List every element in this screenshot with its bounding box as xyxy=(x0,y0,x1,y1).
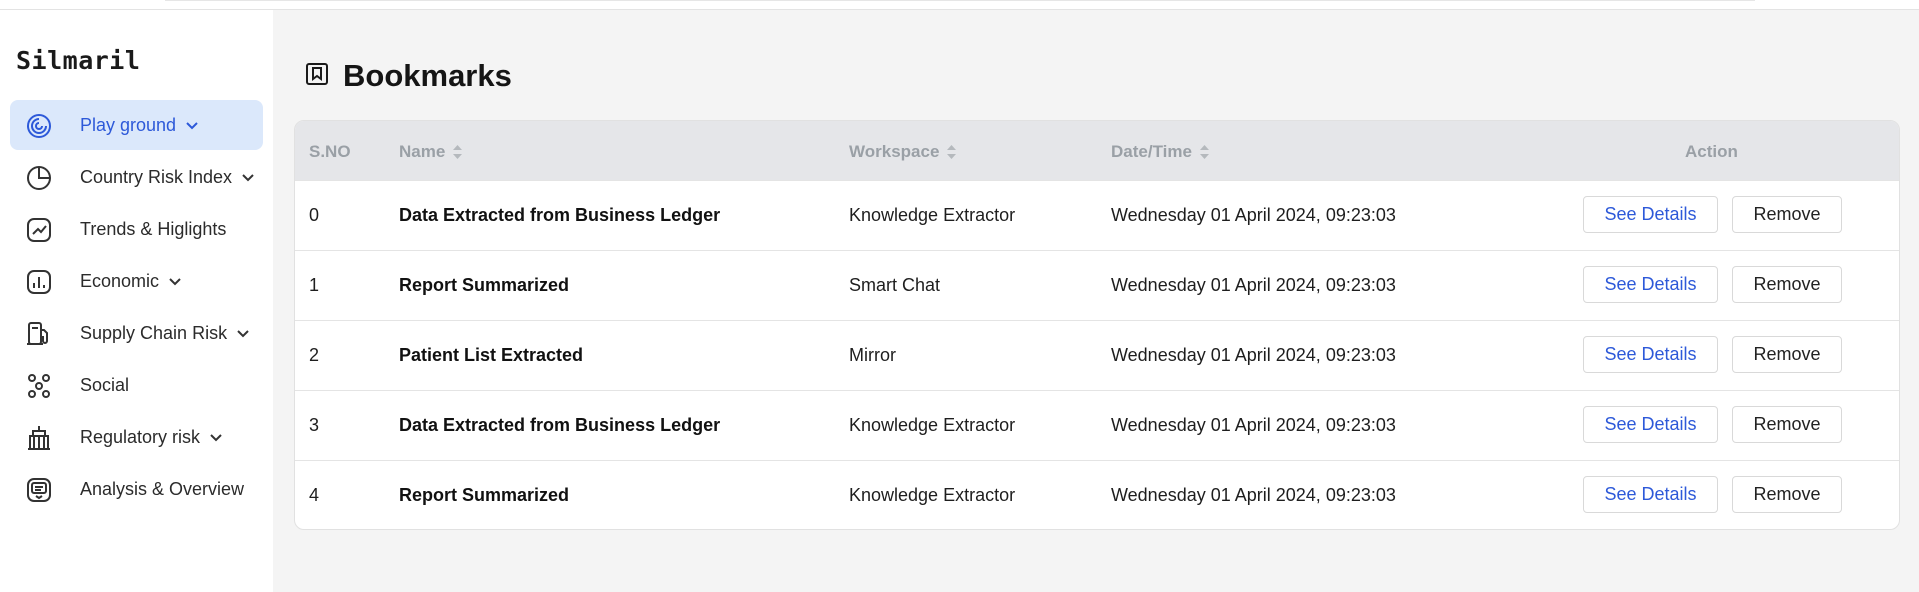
cell-sno: 0 xyxy=(309,205,320,225)
cell-workspace: Knowledge Extractor xyxy=(849,485,1016,505)
sidebar-item-social[interactable]: Social xyxy=(10,360,263,410)
trend-chart-icon xyxy=(25,216,53,244)
see-details-button[interactable]: See Details xyxy=(1583,336,1718,373)
people-network-icon xyxy=(25,372,53,400)
sidebar-item-regulatory-risk[interactable]: Regulatory risk xyxy=(10,412,263,462)
cell-sno: 4 xyxy=(309,485,320,505)
remove-button[interactable]: Remove xyxy=(1732,266,1842,303)
fuel-pump-icon xyxy=(25,320,53,348)
remove-button[interactable]: Remove xyxy=(1732,196,1842,233)
bookmarks-table: S.NO Name Workspace Date/Time Action 0 D… xyxy=(294,120,1900,530)
table-row: 4 Report Summarized Knowledge Extractor … xyxy=(295,460,1899,529)
pie-chart-icon xyxy=(25,164,53,192)
cell-sno: 3 xyxy=(309,415,320,435)
sort-icon[interactable] xyxy=(1199,145,1209,159)
chevron-down-icon[interactable] xyxy=(186,122,198,130)
page-header: Bookmarks xyxy=(305,58,512,94)
sidebar-item-label: Economic xyxy=(80,271,160,291)
table-row: 0 Data Extracted from Business Ledger Kn… xyxy=(295,180,1899,250)
cell-name: Report Summarized xyxy=(399,275,570,295)
column-header-workspace[interactable]: Workspace xyxy=(849,142,957,162)
column-header-action: Action xyxy=(1685,142,1738,161)
sidebar-item-trends-highlights[interactable]: Trends & Higlights xyxy=(10,204,263,254)
chevron-down-icon[interactable] xyxy=(169,278,181,286)
cell-datetime: Wednesday 01 April 2024, 09:23:03 xyxy=(1111,275,1396,295)
remove-button[interactable]: Remove xyxy=(1732,406,1842,443)
chevron-down-icon[interactable] xyxy=(237,330,249,338)
sidebar-item-label: Analysis & Overview xyxy=(80,479,245,499)
column-header-label: Name xyxy=(399,142,446,161)
sort-icon[interactable] xyxy=(453,145,463,159)
sidebar-item-label: Country Risk Index xyxy=(80,167,233,187)
sidebar-item-supply-chain-risk[interactable]: Supply Chain Risk xyxy=(10,308,263,358)
cell-name: Report Summarized xyxy=(399,485,570,505)
sidebar-item-label: Trends & Higlights xyxy=(80,219,227,239)
brand-logo: Silmaril xyxy=(16,46,141,75)
see-details-button[interactable]: See Details xyxy=(1583,406,1718,443)
cell-name: Data Extracted from Business Ledger xyxy=(399,415,721,435)
column-header-name[interactable]: Name xyxy=(399,142,463,162)
sidebar-item-label: Play ground xyxy=(80,115,177,135)
sidebar-item-country-risk-index[interactable]: Country Risk Index xyxy=(10,152,263,202)
table-row: 2 Patient List Extracted Mirror Wednesda… xyxy=(295,320,1899,390)
table-header: S.NO Name Workspace Date/Time Action xyxy=(295,121,1899,180)
cell-workspace: Mirror xyxy=(849,345,896,365)
remove-button[interactable]: Remove xyxy=(1732,476,1842,513)
bookmark-icon xyxy=(305,62,329,91)
sidebar: Silmaril Play ground Country Risk Index … xyxy=(0,10,273,592)
top-bar-line xyxy=(165,0,1755,1)
top-bar xyxy=(0,0,1919,10)
sidebar-item-economic[interactable]: Economic xyxy=(10,256,263,306)
chevron-down-icon[interactable] xyxy=(210,434,222,442)
cell-datetime: Wednesday 01 April 2024, 09:23:03 xyxy=(1111,485,1396,505)
cell-datetime: Wednesday 01 April 2024, 09:23:03 xyxy=(1111,415,1396,435)
see-details-button[interactable]: See Details xyxy=(1583,266,1718,303)
page-title: Bookmarks xyxy=(343,58,512,93)
sidebar-item-label: Social xyxy=(80,375,130,395)
sidebar-item-analysis-overview[interactable]: Analysis & Overview xyxy=(10,464,263,514)
message-list-icon xyxy=(25,476,53,504)
column-header-sno: S.NO xyxy=(309,142,351,161)
table-row: 1 Report Summarized Smart Chat Wednesday… xyxy=(295,250,1899,320)
cell-datetime: Wednesday 01 April 2024, 09:23:03 xyxy=(1111,205,1396,225)
column-header-datetime[interactable]: Date/Time xyxy=(1111,142,1209,162)
sort-icon[interactable] xyxy=(947,145,957,159)
cell-workspace: Smart Chat xyxy=(849,275,941,295)
cell-workspace: Knowledge Extractor xyxy=(849,205,1016,225)
sidebar-item-label: Supply Chain Risk xyxy=(80,323,228,343)
building-icon xyxy=(25,424,53,452)
cell-name: Data Extracted from Business Ledger xyxy=(399,205,721,225)
spiral-icon xyxy=(25,112,53,140)
cell-datetime: Wednesday 01 April 2024, 09:23:03 xyxy=(1111,345,1396,365)
cell-workspace: Knowledge Extractor xyxy=(849,415,1016,435)
column-header-label: Workspace xyxy=(849,142,940,161)
bar-chart-icon xyxy=(25,268,53,296)
sidebar-item-label: Regulatory risk xyxy=(80,427,201,447)
see-details-button[interactable]: See Details xyxy=(1583,476,1718,513)
sidebar-item-play-ground[interactable]: Play ground xyxy=(10,100,263,150)
remove-button[interactable]: Remove xyxy=(1732,336,1842,373)
chevron-down-icon[interactable] xyxy=(242,174,254,182)
cell-sno: 2 xyxy=(309,345,320,365)
column-header-label: Date/Time xyxy=(1111,142,1192,161)
see-details-button[interactable]: See Details xyxy=(1583,196,1718,233)
cell-sno: 1 xyxy=(309,275,320,295)
table-row: 3 Data Extracted from Business Ledger Kn… xyxy=(295,390,1899,460)
cell-name: Patient List Extracted xyxy=(399,345,584,365)
